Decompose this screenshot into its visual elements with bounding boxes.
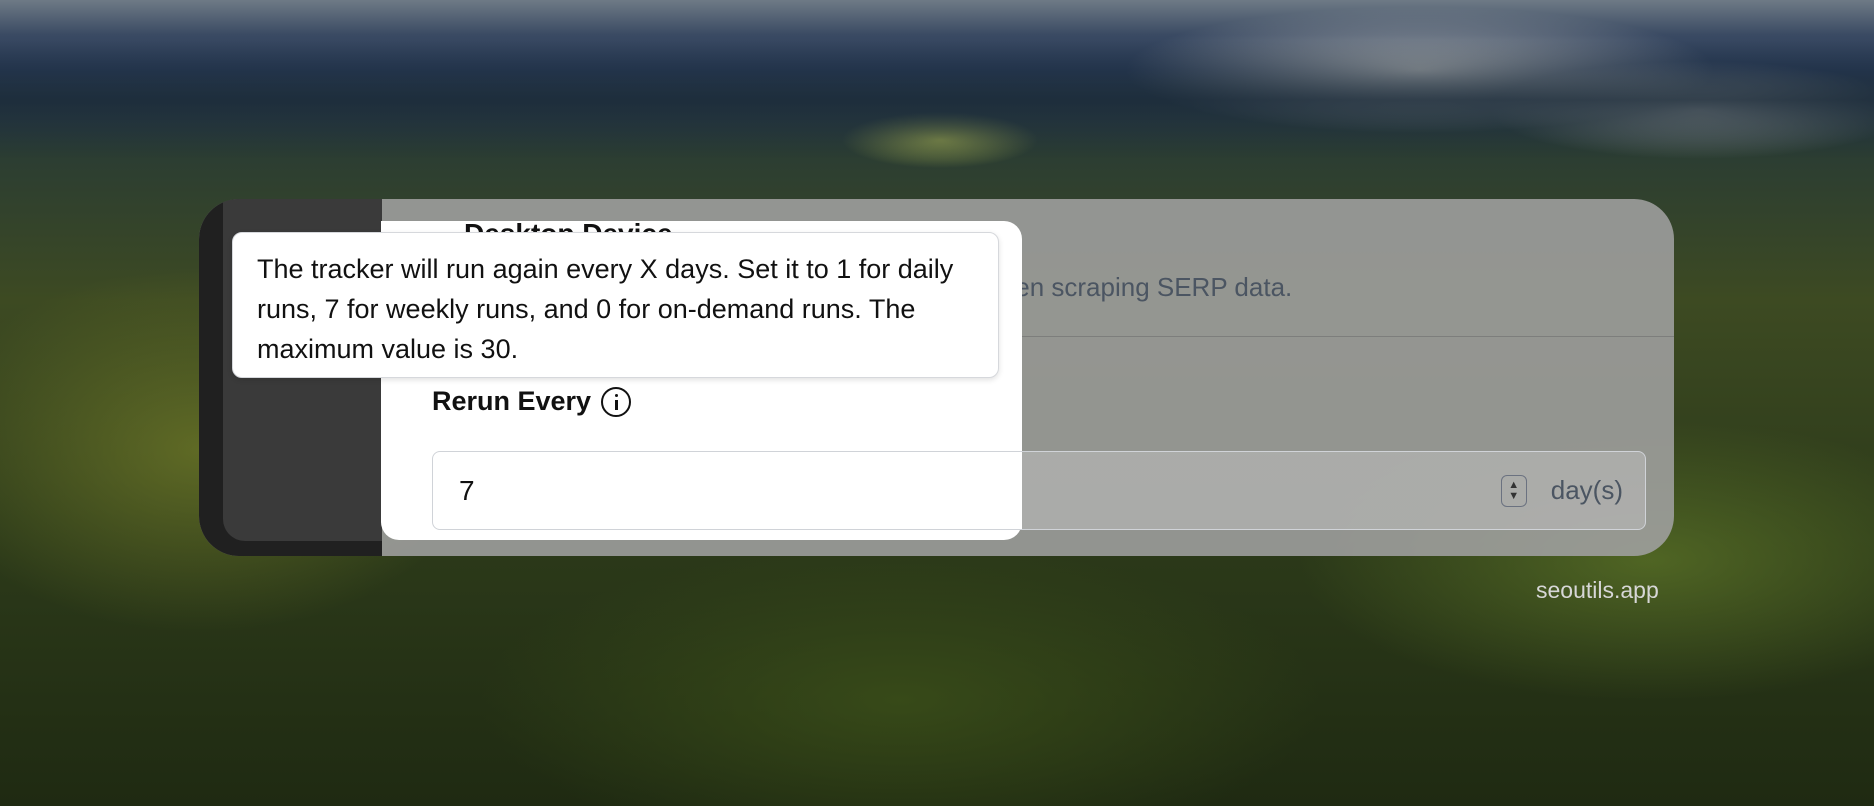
rerun-every-input[interactable] — [459, 474, 1501, 507]
rerun-every-label: Rerun Every — [432, 386, 592, 416]
rerun-every-field[interactable]: ▲ ▼ day(s) — [432, 451, 1646, 530]
device-section-title: Desktop Device — [464, 218, 673, 232]
background-ridge — [0, 40, 1874, 160]
device-description: when scraping SERP data. — [982, 272, 1293, 302]
rerun-info-tooltip: The tracker will run again every X days.… — [232, 232, 999, 378]
stepper-up-icon[interactable]: ▲ — [1508, 479, 1519, 491]
rerun-label-row: Rerun Every — [432, 386, 632, 417]
number-stepper-icon[interactable]: ▲ ▼ — [1500, 474, 1527, 507]
brand-footer[interactable]: seoutils.app — [1536, 577, 1659, 604]
info-icon[interactable] — [601, 386, 632, 417]
unit-suffix: day(s) — [1550, 475, 1623, 505]
stepper-down-icon[interactable]: ▼ — [1508, 490, 1519, 502]
